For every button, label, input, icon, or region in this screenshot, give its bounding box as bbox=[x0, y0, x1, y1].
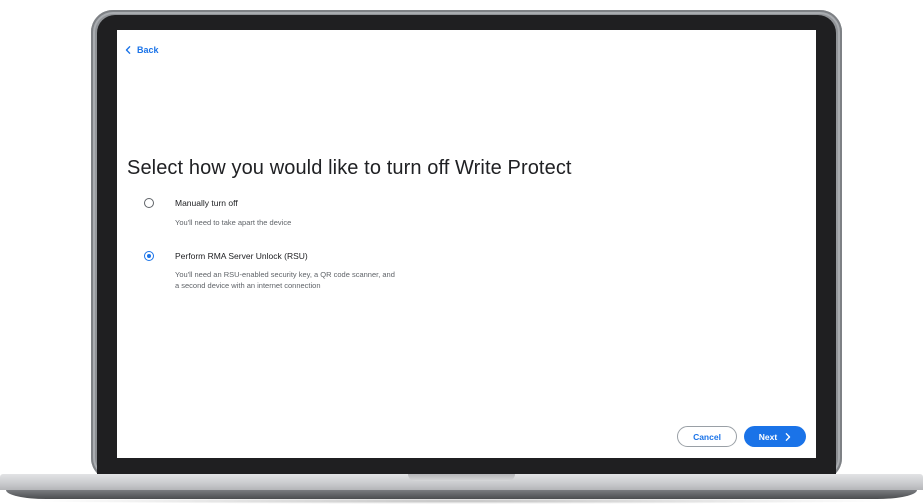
option-rsu-description: You'll need an RSU-enabled security key,… bbox=[175, 269, 395, 291]
option-rsu-text: Perform RMA Server Unlock (RSU) You'll n… bbox=[175, 251, 395, 291]
option-manual-label: Manually turn off bbox=[175, 198, 238, 208]
laptop-base-bottom bbox=[6, 490, 917, 499]
next-button[interactable]: Next bbox=[744, 426, 806, 447]
option-rsu[interactable]: Perform RMA Server Unlock (RSU) You'll n… bbox=[144, 251, 395, 291]
laptop-base bbox=[0, 466, 923, 504]
screen: Back Select how you would like to turn o… bbox=[117, 30, 816, 458]
radio-manual[interactable] bbox=[144, 198, 154, 208]
chevron-left-icon bbox=[125, 46, 131, 54]
back-button[interactable]: Back bbox=[125, 45, 159, 55]
option-manual-text: Manually turn off You'll need to take ap… bbox=[175, 198, 291, 228]
back-label: Back bbox=[137, 45, 159, 55]
option-rsu-label: Perform RMA Server Unlock (RSU) bbox=[175, 251, 308, 261]
page-title: Select how you would like to turn off Wr… bbox=[127, 157, 572, 179]
option-rsu-description-line: a second device with an internet connect… bbox=[175, 281, 321, 290]
next-label: Next bbox=[758, 431, 778, 442]
option-manual-description: You'll need to take apart the device bbox=[175, 217, 291, 228]
radio-selected-dot bbox=[146, 253, 151, 258]
option-manual[interactable]: Manually turn off You'll need to take ap… bbox=[144, 198, 291, 228]
cancel-button[interactable]: Cancel bbox=[677, 426, 737, 447]
option-rsu-description-line: You'll need an RSU-enabled security key,… bbox=[175, 270, 395, 279]
option-manual-description-line: You'll need to take apart the device bbox=[175, 218, 292, 227]
radio-rsu[interactable] bbox=[144, 251, 154, 261]
laptop-hinge-notch bbox=[408, 474, 515, 481]
chevron-right-icon bbox=[785, 432, 791, 441]
